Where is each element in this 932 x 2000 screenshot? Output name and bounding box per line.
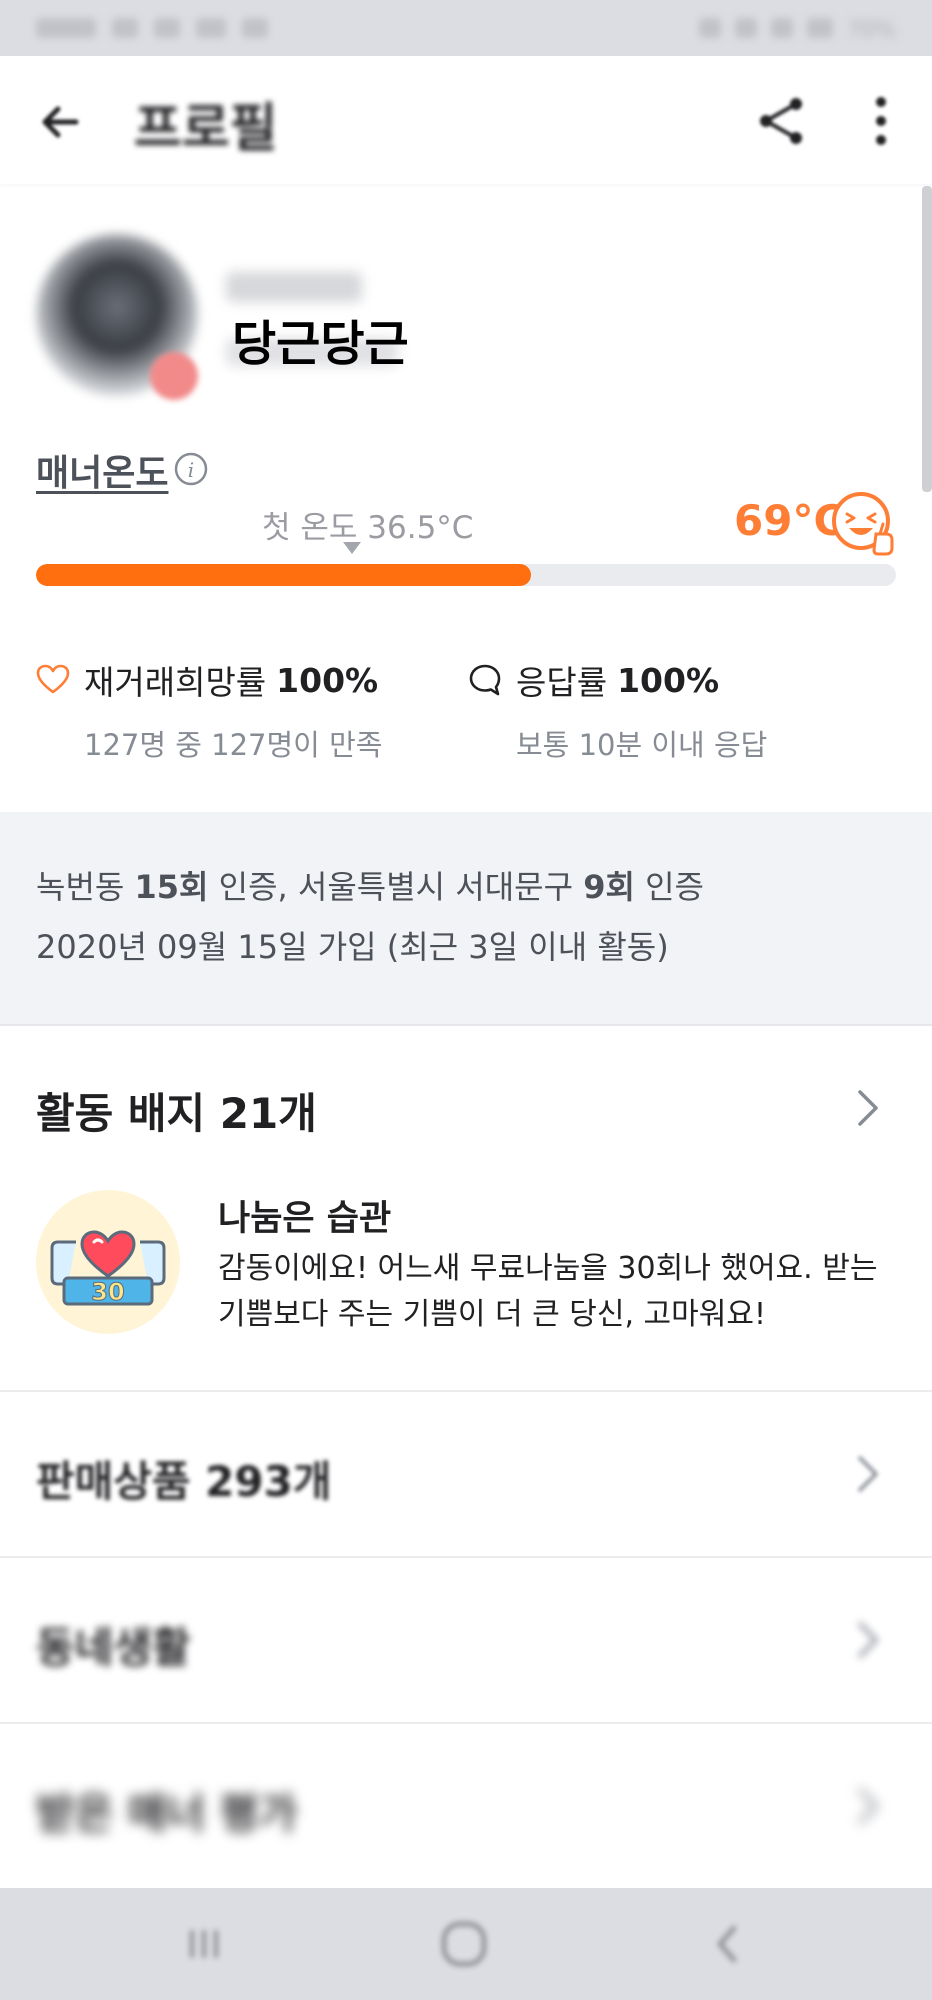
- cert-text: 녹번동: [36, 868, 135, 906]
- back-arrow-icon[interactable]: [36, 98, 84, 146]
- first-temp-label: 첫 온도 36.5°C: [262, 510, 474, 546]
- temperature-progress-fill: [36, 564, 532, 586]
- system-nav-bar: [0, 1888, 932, 2000]
- response-stat: 응답률 100% 보통 10분 이내 응답: [468, 656, 767, 764]
- info-icon[interactable]: i: [174, 452, 208, 486]
- sharing-badge-icon[interactable]: 30: [36, 1190, 180, 1334]
- sales-section-row[interactable]: 판매상품 293개: [0, 1392, 932, 1556]
- sales-label[interactable]: 판매상품 293개: [36, 1448, 332, 1509]
- page-title: 프로필: [134, 99, 278, 159]
- retrade-label: 재거래희망률: [84, 663, 267, 702]
- blurred-location: [226, 272, 362, 302]
- first-temp-marker: [343, 542, 361, 554]
- more-vertical-icon[interactable]: [866, 94, 896, 148]
- chevron-right-icon[interactable]: [852, 1086, 882, 1130]
- temperature-progress-bar: [36, 564, 896, 586]
- manner-temp-label[interactable]: 매너온도: [36, 444, 168, 496]
- cert-count: 15회: [134, 868, 209, 906]
- badge-number: 30: [91, 1278, 124, 1306]
- laughing-face-icon: [832, 492, 894, 556]
- join-date-line: 2020년 09월 15일 가입 (최근 3일 이내 활동): [36, 928, 669, 966]
- chevron-right-icon[interactable]: [852, 1784, 882, 1828]
- certification-box: 녹번동 15회 인증, 서울특별시 서대문구 9회 인증 2020년 09월 1…: [0, 812, 932, 1026]
- retrade-value: 100%: [276, 660, 379, 700]
- cert-neighborhood-line: 녹번동 15회 인증, 서울특별시 서대문구 9회 인증: [36, 862, 704, 908]
- home-icon[interactable]: [436, 1916, 492, 1972]
- back-nav-icon[interactable]: [700, 1916, 756, 1972]
- speech-bubble-icon: [469, 664, 501, 696]
- response-value: 100%: [617, 660, 720, 700]
- heart-outline-icon: [36, 664, 70, 694]
- svg-text:i: i: [188, 458, 194, 482]
- status-bar: 70%: [0, 0, 932, 56]
- temperature-value: 69°C: [734, 496, 845, 545]
- manner-reviews-label[interactable]: 받은 매너 평가: [36, 1780, 297, 1841]
- retrade-stat: 재거래희망률 100% 127명 중 127명이 만족: [36, 656, 382, 764]
- cert-text: 인증: [634, 868, 704, 906]
- status-icons-left: [36, 18, 268, 38]
- cert-count: 9회: [583, 868, 635, 906]
- status-icons-right: 70%: [699, 18, 896, 43]
- neighborhood-section-row[interactable]: 동네생활: [0, 1558, 932, 1722]
- chevron-right-icon[interactable]: [852, 1452, 882, 1496]
- nickname: 당근당근: [232, 316, 409, 372]
- badge-name: 나눔은 습관: [218, 1199, 392, 1239]
- neighborhood-label[interactable]: 동네생활: [36, 1614, 191, 1675]
- share-icon[interactable]: [754, 94, 808, 148]
- avatar-badge-icon: [150, 352, 198, 400]
- badge-description: 감동이에요! 어느새 무료나눔을 30회나 했어요. 받는 기쁨보다 주는 기쁨…: [218, 1251, 878, 1332]
- app-bar: 프로필: [0, 56, 932, 184]
- cert-text: 인증, 서울특별시 서대문구: [208, 868, 584, 906]
- retrade-sub: 127명 중 127명이 만족: [84, 728, 383, 762]
- manner-reviews-section-row[interactable]: 받은 매너 평가: [0, 1724, 932, 1888]
- badges-header[interactable]: 활동 배지 21개: [36, 1080, 317, 1141]
- chevron-right-icon[interactable]: [852, 1618, 882, 1662]
- recent-apps-icon[interactable]: [176, 1916, 232, 1972]
- response-sub: 보통 10분 이내 응답: [516, 728, 768, 762]
- battery-text: 70%: [847, 18, 896, 43]
- response-label: 응답률: [516, 663, 608, 702]
- scrollbar[interactable]: [922, 186, 932, 492]
